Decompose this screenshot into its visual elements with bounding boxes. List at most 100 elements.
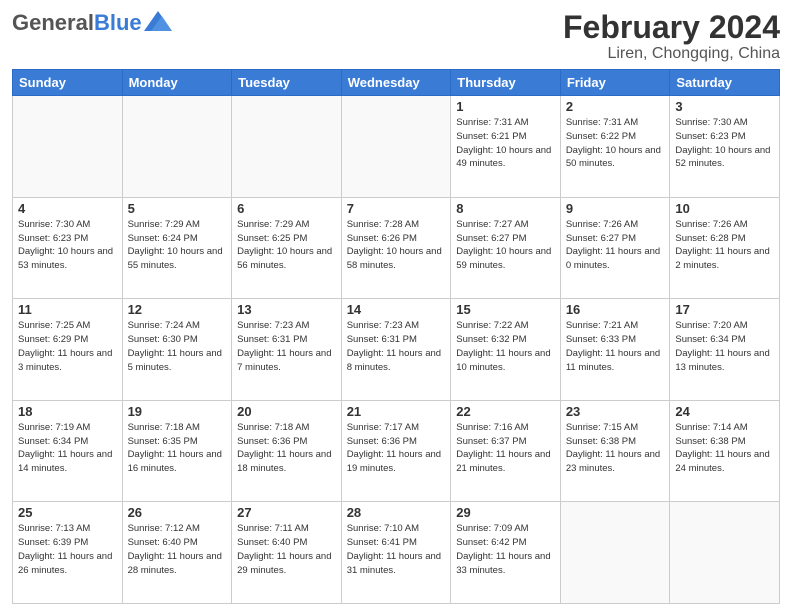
calendar-day: 8 Sunrise: 7:27 AM Sunset: 6:27 PM Daylig… [451,197,561,299]
day-header-thursday: Thursday [451,70,561,96]
calendar-week-4: 18 Sunrise: 7:19 AM Sunset: 6:34 PM Dayli… [13,400,780,502]
calendar-day: 19Sunrise: 7:18 AM Sunset: 6:35 PM Dayli… [122,400,232,502]
day-info: Sunrise: 7:24 AM Sunset: 6:30 PM Dayligh… [128,319,227,374]
calendar-week-1: 1 Sunrise: 7:31 AM Sunset: 6:21 PM Daylig… [13,96,780,198]
day-number: 20 [237,404,336,419]
day-info: Sunrise: 7:26 AM Sunset: 6:28 PM Dayligh… [675,218,774,273]
day-number: 8 [456,201,555,216]
day-info: Sunrise: 7:25 AM Sunset: 6:29 PM Dayligh… [18,319,117,374]
calendar-title: February 2024 [563,10,780,45]
title-block: February 2024 Liren, Chongqing, China [563,10,780,63]
day-info: Sunrise: 7:22 AM Sunset: 6:32 PM Dayligh… [456,319,555,374]
day-header-monday: Monday [122,70,232,96]
day-info: Sunrise: 7:15 AM Sunset: 6:38 PM Dayligh… [566,421,665,476]
day-number: 15 [456,302,555,317]
day-number: 1 [456,99,555,114]
day-info: Sunrise: 7:12 AM Sunset: 6:40 PM Dayligh… [128,522,227,577]
calendar-day [122,96,232,198]
day-info: Sunrise: 7:18 AM Sunset: 6:36 PM Dayligh… [237,421,336,476]
calendar-week-3: 11Sunrise: 7:25 AM Sunset: 6:29 PM Dayli… [13,299,780,401]
calendar-day: 27 Sunrise: 7:11 AM Sunset: 6:40 PM Dayli… [232,502,342,604]
day-number: 13 [237,302,336,317]
calendar-day [670,502,780,604]
day-number: 24 [675,404,774,419]
day-info: Sunrise: 7:29 AM Sunset: 6:24 PM Dayligh… [128,218,227,273]
calendar-day: 3 Sunrise: 7:30 AM Sunset: 6:23 PM Daylig… [670,96,780,198]
day-number: 7 [347,201,446,216]
day-info: Sunrise: 7:10 AM Sunset: 6:41 PM Dayligh… [347,522,446,577]
calendar-day: 24 Sunrise: 7:14 AM Sunset: 6:38 PM Dayli… [670,400,780,502]
calendar-day: 20 Sunrise: 7:18 AM Sunset: 6:36 PM Dayli… [232,400,342,502]
calendar-day: 6 Sunrise: 7:29 AM Sunset: 6:25 PM Daylig… [232,197,342,299]
calendar-day [232,96,342,198]
day-info: Sunrise: 7:16 AM Sunset: 6:37 PM Dayligh… [456,421,555,476]
day-number: 12 [128,302,227,317]
day-number: 14 [347,302,446,317]
calendar-table: SundayMondayTuesdayWednesdayThursdayFrid… [12,69,780,604]
calendar-day: 26 Sunrise: 7:12 AM Sunset: 6:40 PM Dayli… [122,502,232,604]
day-number: 18 [18,404,117,419]
day-number: 26 [128,505,227,520]
day-info: Sunrise: 7:29 AM Sunset: 6:25 PM Dayligh… [237,218,336,273]
day-number: 29 [456,505,555,520]
page: GeneralBlue February 2024 Liren, Chongqi… [0,0,792,612]
logo-general-text: GeneralBlue [12,10,142,36]
day-number: 23 [566,404,665,419]
day-number: 22 [456,404,555,419]
day-info: Sunrise: 7:14 AM Sunset: 6:38 PM Dayligh… [675,421,774,476]
day-header-tuesday: Tuesday [232,70,342,96]
day-header-wednesday: Wednesday [341,70,451,96]
header: GeneralBlue February 2024 Liren, Chongqi… [12,10,780,63]
calendar-day: 23 Sunrise: 7:15 AM Sunset: 6:38 PM Dayli… [560,400,670,502]
day-number: 21 [347,404,446,419]
day-info: Sunrise: 7:30 AM Sunset: 6:23 PM Dayligh… [675,116,774,171]
day-info: Sunrise: 7:28 AM Sunset: 6:26 PM Dayligh… [347,218,446,273]
calendar-day: 21 Sunrise: 7:17 AM Sunset: 6:36 PM Dayli… [341,400,451,502]
day-info: Sunrise: 7:31 AM Sunset: 6:21 PM Dayligh… [456,116,555,171]
calendar-day: 5Sunrise: 7:29 AM Sunset: 6:24 PM Daylig… [122,197,232,299]
calendar-day [560,502,670,604]
day-header-sunday: Sunday [13,70,123,96]
calendar-day: 16 Sunrise: 7:21 AM Sunset: 6:33 PM Dayli… [560,299,670,401]
calendar-day: 28 Sunrise: 7:10 AM Sunset: 6:41 PM Dayli… [341,502,451,604]
calendar-day: 12 Sunrise: 7:24 AM Sunset: 6:30 PM Dayli… [122,299,232,401]
calendar-week-5: 25 Sunrise: 7:13 AM Sunset: 6:39 PM Dayli… [13,502,780,604]
day-info: Sunrise: 7:13 AM Sunset: 6:39 PM Dayligh… [18,522,117,577]
calendar-day: 14 Sunrise: 7:23 AM Sunset: 6:31 PM Dayli… [341,299,451,401]
day-info: Sunrise: 7:31 AM Sunset: 6:22 PM Dayligh… [566,116,665,171]
day-number: 27 [237,505,336,520]
day-info: Sunrise: 7:19 AM Sunset: 6:34 PM Dayligh… [18,421,117,476]
day-number: 3 [675,99,774,114]
calendar-day: 1 Sunrise: 7:31 AM Sunset: 6:21 PM Daylig… [451,96,561,198]
calendar-day [13,96,123,198]
day-info: Sunrise: 7:20 AM Sunset: 6:34 PM Dayligh… [675,319,774,374]
day-info: Sunrise: 7:09 AM Sunset: 6:42 PM Dayligh… [456,522,555,577]
day-number: 25 [18,505,117,520]
day-number: 10 [675,201,774,216]
calendar-day: 9Sunrise: 7:26 AM Sunset: 6:27 PM Daylig… [560,197,670,299]
calendar-day: 10 Sunrise: 7:26 AM Sunset: 6:28 PM Dayli… [670,197,780,299]
day-number: 6 [237,201,336,216]
calendar-day: 11Sunrise: 7:25 AM Sunset: 6:29 PM Dayli… [13,299,123,401]
calendar-day: 22 Sunrise: 7:16 AM Sunset: 6:37 PM Dayli… [451,400,561,502]
calendar-header-row: SundayMondayTuesdayWednesdayThursdayFrid… [13,70,780,96]
day-info: Sunrise: 7:27 AM Sunset: 6:27 PM Dayligh… [456,218,555,273]
day-info: Sunrise: 7:18 AM Sunset: 6:35 PM Dayligh… [128,421,227,476]
day-info: Sunrise: 7:23 AM Sunset: 6:31 PM Dayligh… [347,319,446,374]
day-header-friday: Friday [560,70,670,96]
day-number: 17 [675,302,774,317]
calendar-day: 17 Sunrise: 7:20 AM Sunset: 6:34 PM Dayli… [670,299,780,401]
day-info: Sunrise: 7:26 AM Sunset: 6:27 PM Dayligh… [566,218,665,273]
day-number: 16 [566,302,665,317]
day-info: Sunrise: 7:17 AM Sunset: 6:36 PM Dayligh… [347,421,446,476]
calendar-day: 4Sunrise: 7:30 AM Sunset: 6:23 PM Daylig… [13,197,123,299]
calendar-day: 13Sunrise: 7:23 AM Sunset: 6:31 PM Dayli… [232,299,342,401]
day-number: 28 [347,505,446,520]
logo-icon [144,11,172,31]
calendar-day: 7 Sunrise: 7:28 AM Sunset: 6:26 PM Daylig… [341,197,451,299]
day-info: Sunrise: 7:21 AM Sunset: 6:33 PM Dayligh… [566,319,665,374]
day-number: 2 [566,99,665,114]
day-info: Sunrise: 7:11 AM Sunset: 6:40 PM Dayligh… [237,522,336,577]
day-number: 4 [18,201,117,216]
day-header-saturday: Saturday [670,70,780,96]
